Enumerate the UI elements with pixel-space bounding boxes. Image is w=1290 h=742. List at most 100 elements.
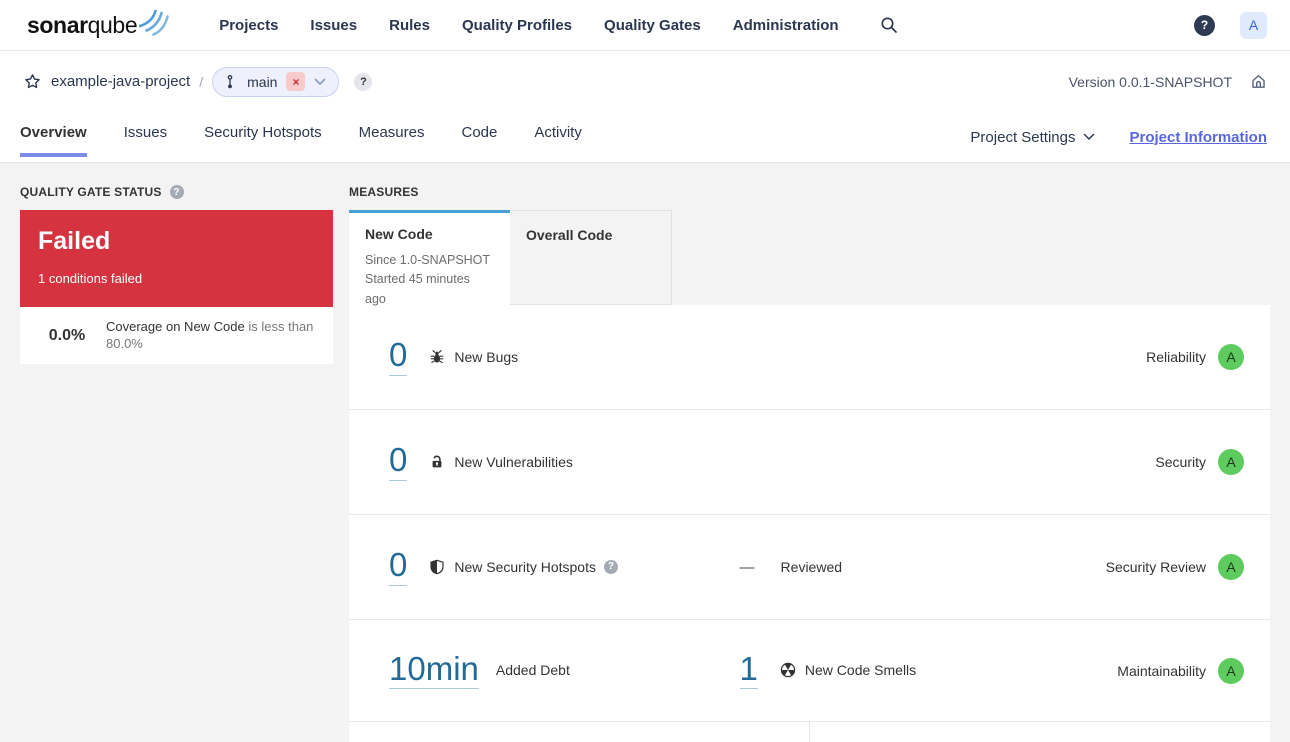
added-debt-cell: 10min Added Debt	[389, 651, 740, 690]
project-tabs: Overview Issues Security Hotspots Measur…	[20, 112, 582, 162]
new-bugs-label: New Bugs	[454, 348, 519, 365]
quality-gate-panel: QUALITY GATE STATUS ? Failed 1 condition…	[20, 185, 333, 742]
branch-selector[interactable]: main ×	[212, 66, 340, 97]
partial-cell-left	[349, 722, 810, 742]
security-label: Security	[1155, 454, 1206, 470]
new-code-since: Since 1.0-SNAPSHOT	[365, 253, 491, 267]
quality-gate-conditions-summary: 1 conditions failed	[38, 271, 143, 286]
nav-item-rules[interactable]: Rules	[389, 17, 430, 34]
new-hotspots-label: New Security Hotspots	[454, 558, 596, 575]
overview-content: QUALITY GATE STATUS ? Failed 1 condition…	[0, 163, 1290, 742]
quality-gate-status-card: Failed 1 conditions failed	[20, 210, 333, 307]
top-navbar: sonarqube Projects Issues Rules Quality …	[0, 0, 1290, 51]
new-code-tab-label: New Code	[365, 226, 433, 242]
favorite-star-icon[interactable]	[24, 73, 41, 90]
nav-item-administration[interactable]: Administration	[733, 17, 839, 34]
security-review-label: Security Review	[1105, 559, 1206, 575]
git-branch-icon	[227, 74, 233, 88]
measure-row-maintainability: 10min Added Debt 1 New Code Smells Maint…	[349, 620, 1270, 722]
nav-item-projects[interactable]: Projects	[219, 17, 278, 34]
quality-gate-title-text: QUALITY GATE STATUS	[20, 185, 162, 199]
reviewed-dash: —	[739, 558, 755, 576]
new-code-smells-count-link[interactable]: 1	[739, 651, 758, 690]
hotspots-help-icon[interactable]: ?	[603, 559, 618, 574]
new-code-tab-subtext: Since 1.0-SNAPSHOT Started 45 minutes ag…	[365, 251, 494, 309]
measures-section-title: MEASURES	[349, 185, 1270, 199]
nav-item-quality-profiles[interactable]: Quality Profiles	[462, 17, 572, 34]
home-icon[interactable]	[1250, 73, 1267, 90]
branch-failed-badge[interactable]: ×	[286, 72, 306, 91]
new-vulnerabilities-label: New Vulnerabilities	[454, 453, 573, 470]
measure-row-security: 0 New Vulnerabilities Security A	[349, 410, 1270, 515]
measures-title-text: MEASURES	[349, 185, 419, 199]
tab-overall-code[interactable]: Overall Code	[510, 210, 672, 305]
tab-code[interactable]: Code	[461, 112, 497, 157]
condition-value: 0.0%	[48, 326, 86, 344]
condition-metric-link[interactable]: Coverage on New Code	[106, 319, 245, 334]
new-hotspots-count-link[interactable]: 0	[389, 548, 408, 586]
project-information-link[interactable]: Project Information	[1129, 129, 1267, 146]
security-review-rating-badge[interactable]: A	[1218, 554, 1244, 580]
quality-gate-help-icon[interactable]: ?	[169, 185, 184, 199]
nav-item-quality-gates[interactable]: Quality Gates	[604, 17, 701, 34]
nav-item-issues[interactable]: Issues	[310, 17, 357, 34]
avatar[interactable]: A	[1240, 11, 1267, 39]
reviewed-cell: — Reviewed	[740, 559, 1106, 576]
sonarqube-logo[interactable]: sonarqube	[27, 9, 170, 38]
security-review-domain: Security Review A	[1106, 554, 1244, 580]
security-rating-badge[interactable]: A	[1218, 449, 1244, 475]
main-nav: Projects Issues Rules Quality Profiles Q…	[219, 17, 838, 34]
breadcrumb: example-java-project / main × ? Version …	[0, 51, 1290, 112]
new-code-started: Started 45 minutes ago	[365, 272, 470, 306]
tab-measures[interactable]: Measures	[359, 112, 425, 157]
new-hotspots-cell: 0 New Security Hotspots ?	[389, 548, 740, 586]
tab-overview[interactable]: Overview	[20, 112, 87, 157]
new-code-smells-label: New Code Smells	[804, 662, 917, 679]
project-settings-label: Project Settings	[970, 128, 1076, 146]
reliability-domain: Reliability A	[1146, 344, 1244, 370]
reliability-rating-badge[interactable]: A	[1218, 344, 1244, 370]
added-debt-link[interactable]: 10min	[389, 651, 479, 690]
chevron-down-icon	[314, 78, 326, 86]
help-icon[interactable]: ?	[1194, 14, 1215, 36]
logo-text-rest: qube	[87, 11, 138, 38]
new-vulnerabilities-cell: 0 New Vulnerabilities	[389, 443, 740, 481]
tab-issues[interactable]: Issues	[124, 112, 167, 157]
branch-help-icon[interactable]: ?	[354, 72, 373, 91]
logo-swoosh-icon	[139, 9, 170, 36]
reviewed-label: Reviewed	[780, 559, 843, 575]
tabbar-actions: Project Settings Project Information	[970, 112, 1267, 162]
breadcrumb-separator: /	[199, 73, 204, 90]
partial-cell-right	[810, 722, 1270, 742]
overall-code-tab-label: Overall Code	[526, 227, 613, 243]
maintainability-label: Maintainability	[1117, 662, 1206, 679]
tab-activity[interactable]: Activity	[534, 112, 582, 157]
security-domain: Security A	[1155, 449, 1244, 475]
maintainability-domain: Maintainability A	[1117, 657, 1244, 684]
project-name-link[interactable]: example-java-project	[51, 73, 190, 90]
tab-security-hotspots[interactable]: Security Hotspots	[204, 112, 322, 157]
measure-row-reliability: 0 New Bugs Reliability A	[349, 305, 1270, 410]
search-icon[interactable]	[880, 16, 898, 34]
measures-rows: 0 New Bugs Reliability A 0 New Vulnerabi…	[349, 305, 1270, 742]
measure-row-partial	[349, 722, 1270, 742]
measures-panel: MEASURES New Code Since 1.0-SNAPSHOT Sta…	[349, 185, 1270, 742]
open-lock-icon	[429, 454, 445, 470]
project-settings-menu[interactable]: Project Settings	[970, 129, 1095, 146]
logo-text-bold: sonar	[27, 11, 88, 38]
branch-name: main	[247, 73, 278, 90]
project-tabbar: Overview Issues Security Hotspots Measur…	[0, 112, 1290, 163]
tab-new-code[interactable]: New Code Since 1.0-SNAPSHOT Started 45 m…	[349, 210, 510, 306]
nav-right-group: ? A	[1194, 11, 1267, 39]
failed-condition-card: 0.0% Coverage on New Code is less than 8…	[20, 307, 333, 364]
bug-icon	[429, 349, 445, 365]
chevron-down-icon	[1084, 133, 1095, 140]
reliability-label: Reliability	[1146, 349, 1206, 365]
new-bugs-count-link[interactable]: 0	[389, 338, 408, 376]
version-label: Version 0.0.1-SNAPSHOT	[1068, 73, 1232, 90]
new-vulnerabilities-count-link[interactable]: 0	[389, 443, 408, 481]
quality-gate-status: Failed	[38, 227, 111, 255]
code-smell-icon	[780, 662, 796, 678]
maintainability-rating-badge[interactable]: A	[1218, 657, 1244, 684]
added-debt-label: Added Debt	[495, 662, 570, 679]
